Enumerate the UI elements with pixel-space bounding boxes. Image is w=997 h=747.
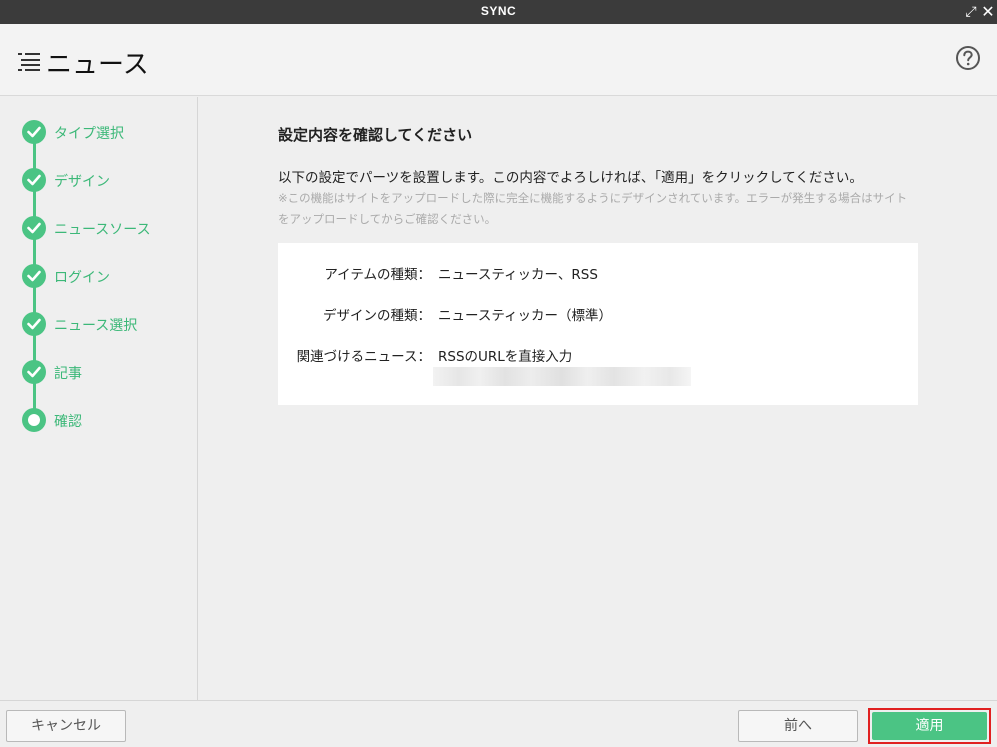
apply-button[interactable]: 適用 (872, 712, 987, 740)
check-icon (22, 216, 46, 240)
list-menu-icon[interactable] (18, 52, 40, 72)
step-label: ニュースソース (54, 222, 151, 238)
redacted-url (433, 367, 691, 386)
summary-key: 関連づけるニュース： (296, 349, 431, 365)
cancel-button[interactable]: キャンセル (6, 710, 126, 742)
current-step-icon (22, 408, 46, 432)
check-icon (22, 168, 46, 192)
previous-button[interactable]: 前へ (738, 710, 858, 742)
step-login[interactable]: ログイン (22, 264, 192, 290)
page-title: ニュース (46, 50, 149, 80)
close-icon[interactable]: ✕ (979, 2, 997, 22)
check-icon (22, 264, 46, 288)
step-label: タイプ選択 (54, 126, 124, 142)
step-design[interactable]: デザイン (22, 168, 192, 194)
footer-bar: キャンセル 前へ 適用 (0, 700, 997, 747)
step-article[interactable]: 記事 (22, 360, 192, 386)
page-header: ニュース (0, 24, 997, 96)
confirm-note: ※この機能はサイトをアップロードした際に完全に機能するようにデザインされています… (278, 191, 908, 226)
summary-value: ニュースティッカー（標準） (438, 308, 613, 324)
step-label: ログイン (54, 270, 110, 286)
summary-value: ニュースティッカー、RSS (438, 267, 598, 283)
steps-sidebar: タイプ選択 デザイン ニュースソース ログイン ニュース選択 記事 確認 (0, 97, 198, 700)
settings-summary-card: アイテムの種類： ニュースティッカー、RSS デザインの種類： ニュースティッカ… (278, 243, 918, 405)
step-label: 確認 (54, 414, 82, 430)
expand-arrows-icon[interactable]: ⤢ (962, 2, 980, 22)
confirm-description: 以下の設定でパーツを設置します。この内容でよろしければ、「適用」をクリックしてく… (278, 170, 863, 186)
step-type-select[interactable]: タイプ選択 (22, 120, 192, 146)
window-titlebar: SYNC ⤢ ✕ (0, 0, 997, 24)
check-icon (22, 312, 46, 336)
confirm-heading: 設定内容を確認してください (278, 126, 473, 144)
step-news-source[interactable]: ニュースソース (22, 216, 192, 242)
check-icon (22, 120, 46, 144)
summary-key: アイテムの種類： (324, 267, 431, 283)
step-label: 記事 (54, 366, 82, 382)
step-label: ニュース選択 (54, 318, 138, 334)
window-title: SYNC (480, 4, 517, 18)
step-news-select[interactable]: ニュース選択 (22, 312, 192, 338)
step-confirm[interactable]: 確認 (22, 408, 192, 434)
main-content: 設定内容を確認してください 以下の設定でパーツを設置します。この内容でよろしけれ… (199, 97, 997, 700)
help-circle-icon[interactable] (955, 45, 981, 71)
step-label: デザイン (54, 174, 110, 190)
summary-key: デザインの種類： (323, 308, 431, 324)
check-icon (22, 360, 46, 384)
summary-value: RSSのURLを直接入力 (438, 349, 573, 365)
